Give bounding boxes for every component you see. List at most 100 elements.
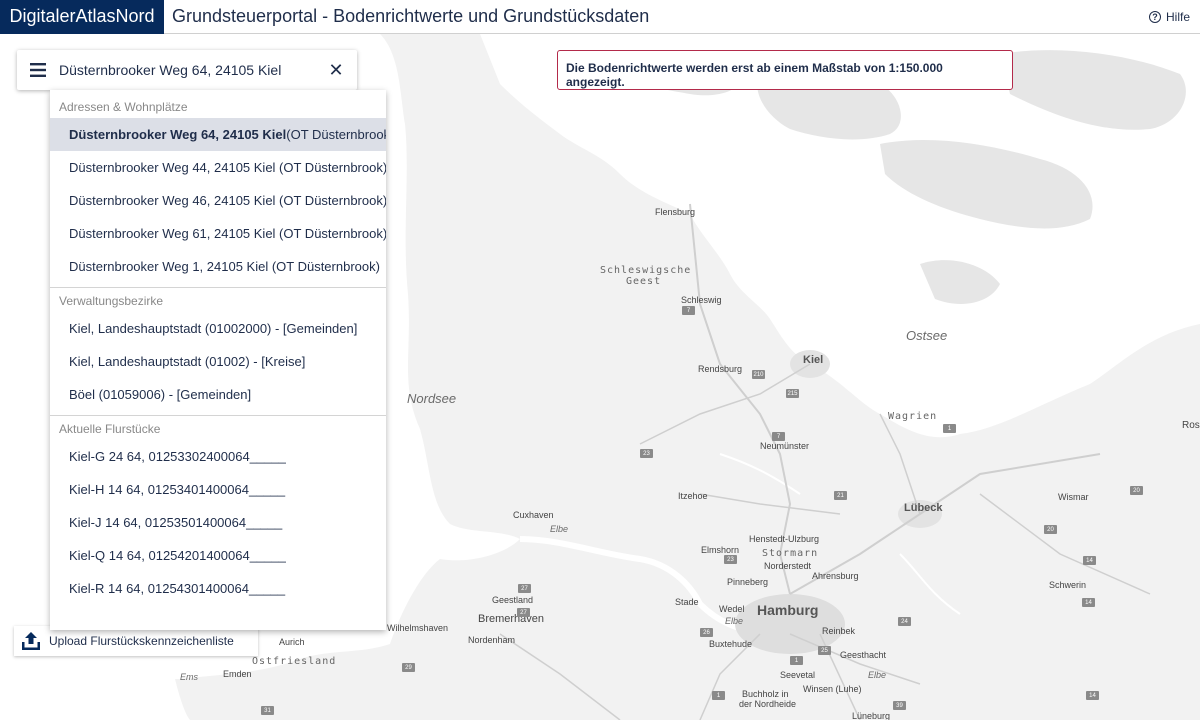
- road-badge: 25: [818, 646, 831, 655]
- road-badge: 23: [640, 449, 653, 458]
- road-badge: 27: [518, 584, 531, 593]
- city-schleswig: Schleswig: [681, 295, 722, 305]
- road-badge: 7: [682, 306, 695, 315]
- label-nordsee: Nordsee: [407, 391, 457, 406]
- suggestion-item[interactable]: Kiel, Landeshauptstadt (01002) - [Kreise…: [50, 345, 386, 378]
- suggestion-item[interactable]: Düsternbrooker Weg 64, 24105 Kiel (OT Dü…: [50, 118, 386, 151]
- road-badge: 21: [834, 491, 847, 500]
- suggestion-group-label: Verwaltungsbezirke: [59, 294, 164, 308]
- road-badge: 39: [893, 701, 906, 710]
- city-rendsburg: Rendsburg: [698, 364, 743, 374]
- search-input[interactable]: [59, 62, 319, 78]
- road-badge: 23: [724, 555, 737, 564]
- city-pinneberg: Pinneberg: [727, 577, 769, 587]
- divider: [50, 287, 386, 288]
- suggestion-suffix: (OT Düsternbrook): [286, 127, 386, 142]
- label-ostsee: Ostsee: [906, 328, 948, 343]
- suggestion-item[interactable]: Böel (01059006) - [Gemeinden]: [50, 378, 386, 411]
- road-badge: 29: [402, 663, 415, 672]
- suggestion-group-label: Aktuelle Flurstücke: [59, 422, 161, 436]
- app-header: DigitalerAtlasNord Grundsteuerportal - B…: [0, 0, 1200, 34]
- help-icon: ?: [1148, 11, 1161, 23]
- city-winsen: Winsen (Luhe): [803, 684, 862, 694]
- city-schwerin: Schwerin: [1049, 580, 1087, 590]
- label-elbe-1: Elbe: [550, 524, 569, 534]
- city-henstedt: Henstedt-Ulzburg: [749, 534, 820, 544]
- city-flensburg: Flensburg: [655, 207, 696, 217]
- city-itzehoe: Itzehoe: [678, 491, 708, 501]
- city-ahrensburg: Ahrensburg: [812, 571, 859, 581]
- region-geest-1: Schleswigsche: [600, 265, 692, 276]
- city-buchholz: Buchholz in: [742, 689, 789, 699]
- road-badge: 24: [898, 617, 911, 626]
- region-wagrien: Wagrien: [888, 411, 938, 422]
- suggestion-item[interactable]: Düsternbrooker Weg 46, 24105 Kiel (OT Dü…: [50, 184, 386, 217]
- region-geest-2: Geest: [626, 276, 662, 287]
- label-elbe-2: Elbe: [725, 616, 744, 626]
- suggestion-group-label: Adressen & Wohnplätze: [59, 100, 188, 114]
- city-kiel: Kiel: [803, 354, 824, 366]
- road-badge: 7: [772, 432, 785, 441]
- city-wilhelmshaven: Wilhelmshaven: [387, 623, 449, 633]
- road-badge: 14: [1083, 556, 1096, 565]
- upload-label: Upload Flurstückskennzeichenliste: [49, 634, 234, 648]
- city-geesthacht: Geesthacht: [840, 650, 887, 660]
- suggestion-item[interactable]: Düsternbrooker Weg 44, 24105 Kiel (OT Dü…: [50, 151, 386, 184]
- search-box: ✕: [17, 50, 357, 90]
- city-wedel: Wedel: [719, 604, 745, 614]
- suggestion-item[interactable]: Kiel-Q 14 64, 01254201400064_____: [50, 539, 386, 572]
- help-label: Hilfe: [1165, 10, 1190, 24]
- road-badge: 20: [1044, 525, 1057, 534]
- city-hamburg: Hamburg: [757, 602, 819, 618]
- road-badge: 31: [261, 706, 274, 715]
- city-nordenham: Nordenham: [468, 635, 516, 645]
- road-badge: 1: [943, 424, 956, 433]
- road-badge: 1: [712, 691, 725, 700]
- suggestion-item[interactable]: Kiel-R 14 64, 01254301400064_____: [50, 572, 386, 605]
- suggestion-item[interactable]: Düsternbrooker Weg 61, 24105 Kiel (OT Dü…: [50, 217, 386, 250]
- divider: [50, 415, 386, 416]
- road-badge: 14: [1082, 598, 1095, 607]
- city-buxtehude: Buxtehude: [709, 639, 753, 649]
- road-badge: 20: [1130, 486, 1143, 495]
- city-geestland: Geestland: [492, 595, 534, 605]
- city-luebeck: Lübeck: [904, 502, 943, 514]
- region-ostfriesland: Ostfriesland: [252, 656, 337, 667]
- city-cuxhaven: Cuxhaven: [513, 510, 554, 520]
- road-badge: 215: [786, 389, 799, 398]
- city-elmshorn: Elmshorn: [701, 545, 740, 555]
- city-ros: Ros: [1182, 420, 1200, 431]
- city-aurich: Aurich: [279, 637, 305, 647]
- city-wismar: Wismar: [1058, 492, 1089, 502]
- suggestion-item[interactable]: Düsternbrooker Weg 1, 24105 Kiel (OT Düs…: [50, 250, 386, 283]
- clear-icon[interactable]: ✕: [327, 59, 345, 81]
- brand-logo[interactable]: DigitalerAtlasNord: [0, 0, 164, 34]
- menu-button[interactable]: [17, 50, 59, 90]
- city-buchholz-2: der Nordheide: [739, 699, 797, 709]
- upload-icon: [22, 632, 40, 650]
- region-stormarn: Stormarn: [762, 548, 819, 559]
- suggestion-match: Düsternbrooker Weg 64, 24105 Kiel: [69, 127, 287, 142]
- road-badge: 210: [752, 370, 765, 379]
- city-norderstedt: Norderstedt: [764, 561, 812, 571]
- scale-notice: Die Bodenrichtwerte werden erst ab einem…: [557, 50, 1013, 90]
- city-reinbek: Reinbek: [822, 626, 856, 636]
- label-elbe-3: Elbe: [868, 670, 887, 680]
- road-badge: 14: [1086, 691, 1099, 700]
- suggestion-item[interactable]: Kiel, Landeshauptstadt (01002000) - [Gem…: [50, 312, 386, 345]
- city-neumuenster: Neumünster: [760, 441, 810, 451]
- help-button[interactable]: ? Hilfe: [1148, 0, 1190, 34]
- city-lueneburg: Lüneburg: [852, 711, 891, 720]
- search-suggestions: Adressen & Wohnplätze Düsternbrooker Weg…: [50, 90, 386, 630]
- suggestion-item[interactable]: Kiel-H 14 64, 01253401400064_____: [50, 473, 386, 506]
- city-seevetal: Seevetal: [780, 670, 816, 680]
- city-stade: Stade: [675, 597, 699, 607]
- hamburger-menu-icon: [30, 63, 46, 77]
- suggestion-item[interactable]: Kiel-G 24 64, 01253302400064_____: [50, 440, 386, 473]
- page-title: Grundsteuerportal - Bodenrichtwerte und …: [172, 6, 650, 26]
- road-badge: 1: [790, 656, 803, 665]
- road-badge: 27: [517, 608, 530, 617]
- upload-button[interactable]: Upload Flurstückskennzeichenliste: [14, 626, 258, 656]
- road-badge: 26: [700, 628, 713, 637]
- suggestion-item[interactable]: Kiel-J 14 64, 01253501400064_____: [50, 506, 386, 539]
